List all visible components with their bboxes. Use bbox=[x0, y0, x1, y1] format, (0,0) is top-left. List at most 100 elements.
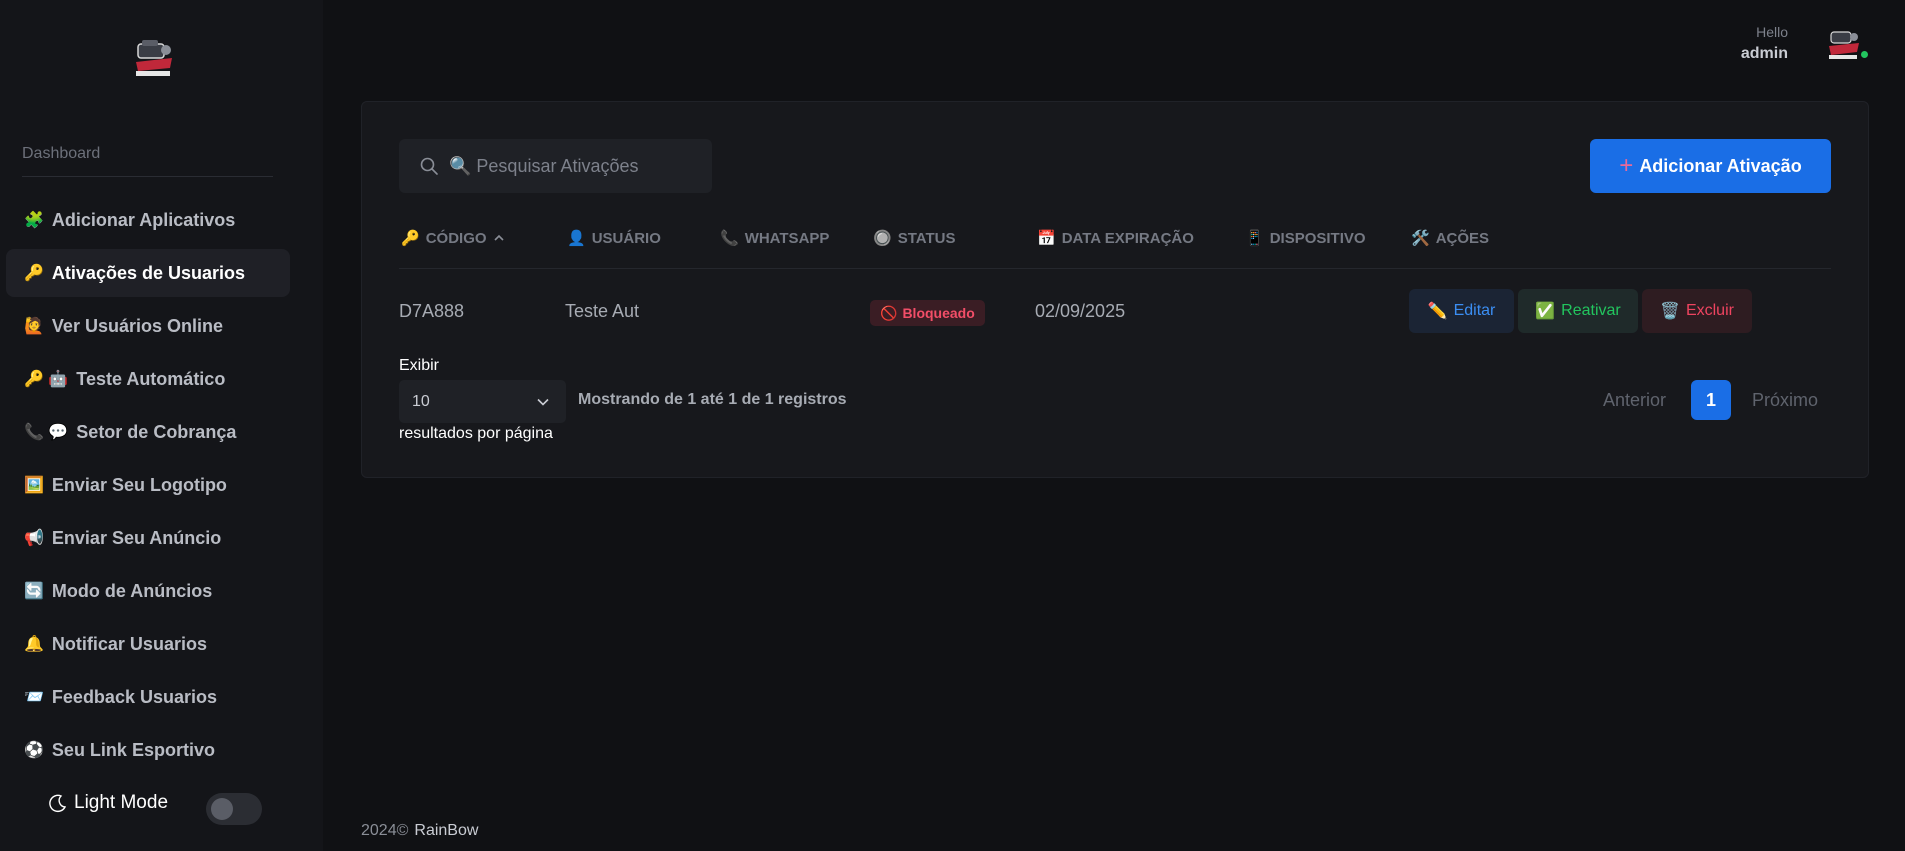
megaphone-icon: 📢 bbox=[24, 530, 44, 547]
column-header-data-expiracao[interactable]: 📅 DATA EXPIRAÇÃO bbox=[1037, 229, 1194, 248]
column-header-whatsapp[interactable]: 📞 WHATSAPP bbox=[720, 229, 830, 248]
key-robot-icon: 🔑 🤖 bbox=[24, 371, 69, 388]
key-icon: 🔑 bbox=[401, 230, 420, 247]
footer-year: 2024© bbox=[361, 822, 409, 839]
records-info: Mostrando de 1 até 1 de 1 registros bbox=[578, 391, 847, 408]
cell-usuario: Teste Aut bbox=[565, 301, 640, 321]
tools-icon: 🛠️ bbox=[1411, 230, 1430, 247]
add-activation-label: Adicionar Ativação bbox=[1639, 155, 1802, 176]
sidebar: Dashboard 🧩 Adicionar Aplicativos 🔑 Ativaçõ… bbox=[0, 0, 323, 851]
user-icon: 👤 bbox=[567, 230, 586, 247]
theme-toggle-label[interactable]: Light Mode bbox=[48, 792, 168, 814]
column-header-label: DATA EXPIRAÇÃO bbox=[1061, 229, 1194, 247]
page-size-select[interactable]: 10 bbox=[399, 380, 566, 423]
sidebar-item-enviar-seu-anuncio[interactable]: 📢 Enviar Seu Anúncio bbox=[6, 514, 290, 562]
theme-label: Light Mode bbox=[74, 792, 169, 813]
sidebar-item-ativacoes-de-usuarios[interactable]: 🔑 Ativações de Usuarios bbox=[6, 249, 290, 297]
page-1-button[interactable]: 1 bbox=[1691, 380, 1731, 420]
sidebar-item-label: Ver Usuários Online bbox=[51, 315, 223, 336]
status-label: Bloqueado bbox=[902, 305, 975, 321]
envelope-icon: 📨 bbox=[24, 689, 44, 706]
radio-button-icon: 🔘 bbox=[873, 230, 892, 247]
column-header-label: USUÁRIO bbox=[591, 229, 661, 247]
sidebar-item-label: Enviar Seu Logotipo bbox=[51, 474, 227, 495]
table-header-divider bbox=[399, 268, 1831, 269]
sidebar-item-label: Feedback Usuarios bbox=[51, 686, 217, 707]
brand-logo[interactable] bbox=[132, 36, 176, 80]
column-header-label: AÇÕES bbox=[1435, 229, 1490, 247]
sidebar-section-dashboard: Dashboard bbox=[22, 145, 101, 162]
sidebar-item-feedback-usuarios[interactable]: 📨 Feedback Usuarios bbox=[6, 673, 290, 721]
column-header-usuario[interactable]: 👤 USUÁRIO bbox=[567, 229, 661, 248]
key-icon: 🔑 bbox=[24, 265, 44, 282]
column-header-status[interactable]: 🔘 STATUS bbox=[873, 229, 956, 248]
sidebar-item-label: Notificar Usuarios bbox=[51, 633, 207, 654]
sidebar-item-modo-de-anuncios[interactable]: 🔄 Modo de Anúncios bbox=[6, 567, 290, 615]
sidebar-item-label: Adicionar Aplicativos bbox=[51, 209, 236, 230]
sidebar-item-label: Modo de Anúncios bbox=[51, 580, 213, 601]
sidebar-item-teste-automatico[interactable]: 🔑 🤖 Teste Automático bbox=[6, 355, 290, 403]
search-box[interactable] bbox=[399, 139, 712, 193]
sidebar-item-seu-link-esportivo[interactable]: ⚽ Seu Link Esportivo bbox=[6, 726, 290, 774]
sidebar-item-label: Ativações de Usuarios bbox=[51, 262, 245, 283]
search-icon bbox=[420, 157, 438, 175]
status-badge: 🚫 Bloqueado bbox=[870, 300, 985, 326]
previous-page-button[interactable]: Anterior bbox=[1603, 390, 1666, 411]
phone-chat-icon: 📞 💬 bbox=[24, 424, 69, 441]
edit-label: Editar bbox=[1453, 302, 1496, 319]
delete-label: Excluir bbox=[1685, 302, 1734, 319]
puzzle-icon: 🧩 bbox=[24, 212, 44, 229]
check-icon: ✅ bbox=[1535, 303, 1556, 320]
sidebar-item-label: Setor de Cobrança bbox=[76, 421, 237, 442]
sidebar-item-label: Enviar Seu Anúncio bbox=[51, 527, 222, 548]
search-input[interactable] bbox=[449, 155, 689, 177]
toggle-knob bbox=[211, 798, 233, 820]
sidebar-item-enviar-seu-logotipo[interactable]: 🖼️ Enviar Seu Logotipo bbox=[6, 461, 290, 509]
soccer-ball-icon: ⚽ bbox=[24, 742, 44, 759]
add-activation-button[interactable]: + Adicionar Ativação bbox=[1590, 139, 1831, 193]
column-header-label: DISPOSITIVO bbox=[1269, 229, 1366, 247]
username-text[interactable]: admin bbox=[1741, 45, 1788, 63]
footer: 2024© RainBow bbox=[361, 822, 478, 840]
greeting-text: Hello bbox=[1756, 24, 1788, 40]
pencil-icon: ✏️ bbox=[1427, 303, 1448, 320]
sidebar-item-label: Teste Automático bbox=[76, 368, 226, 389]
sidebar-item-notificar-usuarios[interactable]: 🔔 Notificar Usuarios bbox=[6, 620, 290, 668]
plus-icon: + bbox=[1619, 152, 1634, 179]
sidebar-item-setor-de-cobranca[interactable]: 📞 💬 Setor de Cobrança bbox=[6, 408, 290, 456]
column-header-label: STATUS bbox=[897, 229, 956, 247]
theme-toggle-switch[interactable] bbox=[206, 793, 262, 825]
sort-ascending-icon bbox=[493, 234, 504, 241]
column-header-acoes: 🛠️ AÇÕES bbox=[1411, 229, 1490, 248]
column-header-label: WHATSAPP bbox=[744, 229, 830, 247]
cell-codigo: D7A888 bbox=[399, 301, 465, 321]
column-header-dispositivo[interactable]: 📱 DISPOSITIVO bbox=[1245, 229, 1366, 248]
phone-icon: 📞 bbox=[720, 230, 739, 247]
page-size-value: 10 bbox=[412, 392, 430, 410]
delete-button[interactable]: 🗑️ Excluir bbox=[1642, 289, 1752, 333]
picture-icon: 🖼️ bbox=[24, 477, 44, 494]
online-status-dot bbox=[1860, 50, 1869, 59]
avatar[interactable] bbox=[1825, 26, 1863, 64]
activations-card: + Adicionar Ativação 🔑 CÓDIGO 👤 USUÁRIO … bbox=[361, 101, 1869, 478]
sidebar-item-ver-usuarios-online[interactable]: 🙋 Ver Usuários Online bbox=[6, 302, 290, 350]
sidebar-item-label: Seu Link Esportivo bbox=[51, 739, 215, 760]
calendar-icon: 📅 bbox=[1037, 230, 1056, 247]
blocked-icon: 🚫 bbox=[880, 304, 898, 321]
sidebar-nav: 🧩 Adicionar Aplicativos 🔑 Ativações de Usua… bbox=[6, 196, 290, 779]
edit-button[interactable]: ✏️ Editar bbox=[1409, 289, 1514, 333]
sidebar-divider bbox=[22, 176, 273, 177]
sidebar-item-adicionar-aplicativos[interactable]: 🧩 Adicionar Aplicativos bbox=[6, 196, 290, 244]
show-label: Exibir bbox=[399, 357, 440, 374]
bell-icon: 🔔 bbox=[24, 636, 44, 653]
trash-icon: 🗑️ bbox=[1660, 303, 1680, 320]
moon-icon bbox=[49, 794, 67, 813]
footer-brand[interactable]: RainBow bbox=[414, 822, 478, 839]
reactivate-button[interactable]: ✅ Reativar bbox=[1518, 289, 1638, 333]
chevron-down-icon bbox=[537, 398, 549, 406]
next-page-button[interactable]: Próximo bbox=[1752, 390, 1818, 411]
cell-data-expiracao: 02/09/2025 bbox=[1035, 301, 1126, 321]
column-header-codigo[interactable]: 🔑 CÓDIGO bbox=[401, 229, 505, 247]
reactivate-label: Reativar bbox=[1561, 302, 1621, 319]
refresh-icon: 🔄 bbox=[24, 583, 44, 600]
